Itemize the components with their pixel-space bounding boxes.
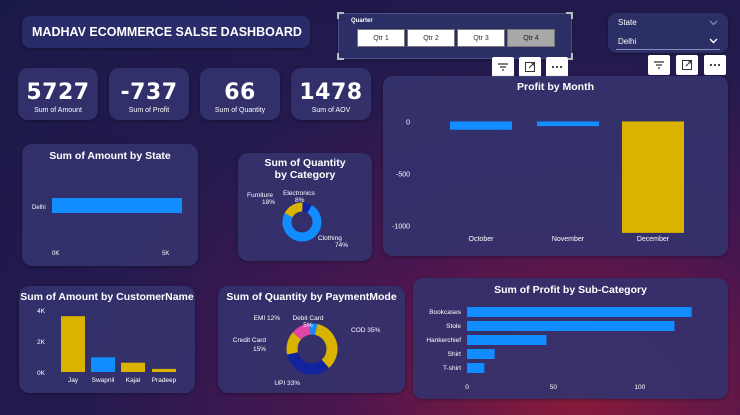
slice-value: 18%: [262, 199, 275, 206]
bar: [467, 349, 495, 359]
kpi-value: 1478: [299, 80, 363, 105]
quantity-by-category-chart: Clothing74% Furniture18% Electronics8%: [247, 190, 348, 249]
x-tick-label: Pradeep: [152, 377, 177, 384]
quarter-option-3[interactable]: Qtr 3: [457, 29, 505, 47]
quantity-by-category-visual[interactable]: Sum of Quantity by Category Clothing 74% F…: [238, 153, 372, 261]
slice-label: COD 35%: [351, 327, 380, 334]
kpi-value: 5727: [26, 80, 90, 105]
y-tick-label: -1000: [392, 224, 410, 231]
kpi-card-aov[interactable]: 1478 Sum of AOV: [291, 68, 371, 120]
profit-by-month-chart: 0 -500 -1000 October November December: [392, 119, 684, 243]
x-tick-label: 100: [634, 384, 645, 391]
bar: [61, 316, 85, 372]
x-tick-label: Kajal: [126, 377, 141, 384]
slice-label: UPI 33%: [274, 380, 300, 387]
amount-by-state-chart: Delhi 0K 5K: [32, 198, 182, 257]
bar: [467, 321, 675, 331]
bar: [91, 357, 115, 372]
kpi-label: Sum of Profit: [128, 107, 170, 114]
bar: [467, 335, 547, 345]
x-tick-label: Swapnil: [92, 377, 115, 384]
kpi-value: 66: [224, 80, 256, 105]
category-label: Shirt: [448, 351, 462, 358]
category-label: Stole: [446, 323, 461, 330]
bar: [537, 121, 599, 127]
kpi-card-profit[interactable]: -737 Sum of Profit: [109, 68, 189, 120]
x-tick-label: December: [637, 236, 670, 243]
bar: [52, 198, 182, 213]
slice-value: 5%: [303, 322, 313, 329]
category-label: Hankerchief: [426, 337, 461, 344]
state-slicer-label: State: [618, 18, 637, 27]
category-label: Bookcases: [429, 309, 462, 316]
bar: [121, 362, 145, 372]
quarter-option-4[interactable]: Qtr 4: [507, 29, 555, 47]
profit-by-subcategory-visual[interactable]: Sum of Profit by Sub-Category Bookcases S…: [413, 278, 728, 399]
profit-by-month-visual[interactable]: Profit by Month 0 -500 -1000 October Novembe…: [383, 76, 728, 256]
filter-icon[interactable]: [648, 55, 670, 75]
more-options-icon[interactable]: [704, 55, 726, 75]
quarter-option-2[interactable]: Qtr 2: [407, 29, 455, 47]
profit-by-subcategory-chart: Bookcases Stole Hankerchief Shirt T-shirt 0 50…: [426, 307, 692, 391]
y-tick-label: 0: [406, 119, 410, 126]
state-dropdown-value[interactable]: Delhi: [618, 37, 636, 46]
y-tick-label: -500: [396, 172, 410, 179]
quarter-slicer-label: Quarter: [351, 18, 373, 24]
y-tick-label: 4K: [37, 308, 46, 315]
bar: [467, 307, 692, 317]
slice-label: Clothing: [318, 235, 342, 242]
kpi-label: Sum of AOV: [311, 107, 351, 114]
quantity-by-paymentmode-visual[interactable]: Sum of Quantity by PaymentMode COD 35% UP…: [218, 286, 405, 393]
x-tick-label: 50: [550, 384, 558, 391]
x-tick-label: October: [469, 236, 495, 243]
state-slicer[interactable]: State Delhi: [608, 13, 728, 53]
bar: [152, 368, 176, 372]
slice-value: 74%: [335, 242, 348, 249]
x-tick-label: 5K: [162, 251, 169, 257]
dropdown-chevron-icon[interactable]: [709, 38, 718, 44]
amount-by-customer-chart: 0K 2K 4K Jay Swapnil Kajal Pradeep: [37, 308, 177, 384]
category-label: Delhi: [32, 205, 46, 211]
bar: [450, 121, 512, 130]
slice-value: 15%: [253, 346, 266, 353]
quantity-by-paymentmode-chart: COD 35% UPI 33% Credit Card 15% EMI 12% Debit…: [233, 315, 381, 387]
slice-value: 8%: [295, 197, 305, 204]
slice-label: EMI 12%: [254, 315, 281, 322]
quarter-options: Qtr 1 Qtr 2 Qtr 3 Qtr 4: [357, 29, 555, 47]
more-options-icon[interactable]: [546, 57, 568, 77]
kpi-card-quantity[interactable]: 66 Sum of Quantity: [200, 68, 280, 120]
chevron-down-icon[interactable]: [709, 20, 718, 26]
x-tick-label: Jay: [68, 377, 79, 384]
slice-label: Furniture: [247, 192, 273, 199]
resize-handle-icon[interactable]: [337, 53, 344, 60]
slice-label: Electronics: [283, 190, 316, 197]
bar: [622, 121, 684, 233]
kpi-value: -737: [120, 80, 178, 105]
dropdown-underline: [616, 49, 720, 50]
dashboard-title: MADHAV ECOMMERCE SALSE DASHBOARD: [22, 16, 310, 48]
focus-mode-icon[interactable]: [519, 57, 541, 77]
quarter-option-1[interactable]: Qtr 1: [357, 29, 405, 47]
y-tick-label: 0K: [37, 370, 46, 377]
resize-handle-icon[interactable]: [566, 12, 573, 19]
kpi-card-amount[interactable]: 5727 Sum of Amount: [18, 68, 98, 120]
resize-handle-icon[interactable]: [337, 12, 344, 19]
category-label: T-shirt: [443, 365, 461, 372]
x-tick-label: 0K: [52, 251, 59, 257]
slice-label: Credit Card: [233, 337, 267, 344]
focus-mode-icon[interactable]: [676, 55, 698, 75]
amount-by-customer-visual[interactable]: Sum of Amount by CustomerName 0K 2K 4K Jay S…: [19, 286, 195, 393]
kpi-label: Sum of Quantity: [214, 107, 266, 114]
filter-icon[interactable]: [492, 57, 514, 77]
amount-by-state-visual[interactable]: Sum of Amount by State Delhi 0K 5K: [22, 144, 198, 266]
slice-label: Debit Card: [292, 315, 323, 322]
kpi-label: Sum of Amount: [34, 107, 82, 114]
bar: [467, 363, 485, 373]
quarter-slicer[interactable]: Quarter Qtr 1 Qtr 2 Qtr 3 Qtr 4: [337, 12, 573, 60]
y-tick-label: 2K: [37, 339, 46, 346]
x-tick-label: November: [552, 236, 585, 243]
x-tick-label: 0: [465, 384, 469, 391]
